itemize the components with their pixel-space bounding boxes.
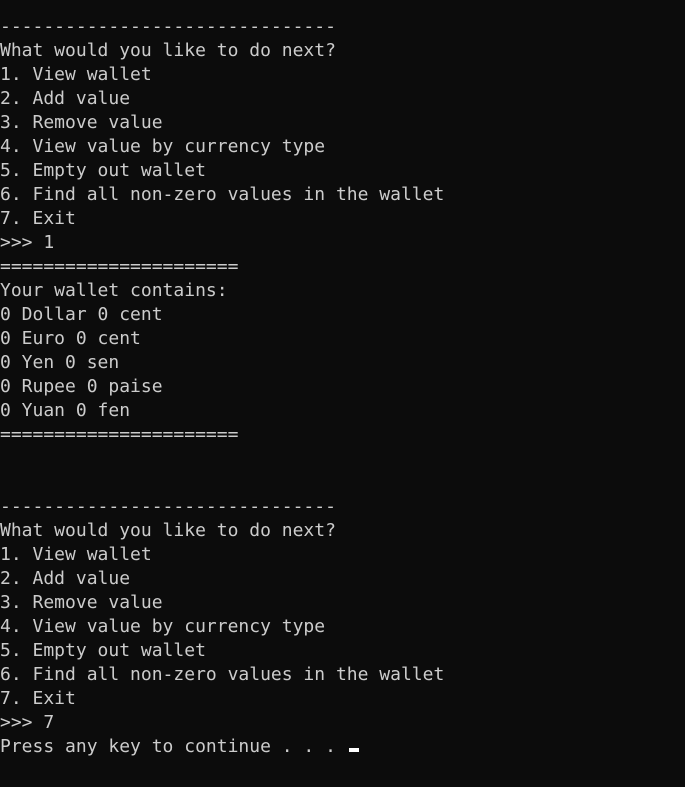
separator-line: ====================== [0,256,239,277]
wallet-entry-yen: 0 Yen 0 sen [0,352,120,373]
wallet-entry-yuan: 0 Yuan 0 fen [0,400,131,421]
menu-option-exit: 7. Exit [0,208,76,229]
wallet-entry-euro: 0 Euro 0 cent [0,328,141,349]
user-input-line: >>> 1 [0,232,55,253]
menu-prompt: What would you like to do next? [0,40,336,61]
wallet-heading: Your wallet contains: [0,280,228,301]
menu-prompt: What would you like to do next? [0,520,336,541]
menu-option-find-nonzero: 6. Find all non-zero values in the walle… [0,184,445,205]
menu-option-exit: 7. Exit [0,688,76,709]
menu-option-remove-value: 3. Remove value [0,112,163,133]
wallet-entry-rupee: 0 Rupee 0 paise [0,376,163,397]
separator-line: ====================== [0,424,239,445]
menu-option-empty-wallet: 5. Empty out wallet [0,640,206,661]
menu-option-view-by-currency: 4. View value by currency type [0,616,326,637]
menu-option-remove-value: 3. Remove value [0,592,163,613]
wallet-entry-dollar: 0 Dollar 0 cent [0,304,163,325]
menu-option-empty-wallet: 5. Empty out wallet [0,160,206,181]
menu-option-add-value: 2. Add value [0,568,131,589]
menu-option-view-wallet: 1. View wallet [0,544,152,565]
press-any-key-line[interactable]: Press any key to continue . . . [0,735,685,759]
press-any-key-text: Press any key to continue . . . [0,736,347,757]
user-input-line: >>> 7 [0,712,55,733]
menu-option-find-nonzero: 6. Find all non-zero values in the walle… [0,664,445,685]
menu-option-view-by-currency: 4. View value by currency type [0,136,326,157]
text-cursor [348,748,359,752]
console-window[interactable]: ------------------------------- What wou… [0,0,685,787]
menu-option-add-value: 2. Add value [0,88,131,109]
separator-line: ------------------------------- [0,16,336,37]
separator-line: ------------------------------- [0,496,336,517]
menu-option-view-wallet: 1. View wallet [0,64,152,85]
